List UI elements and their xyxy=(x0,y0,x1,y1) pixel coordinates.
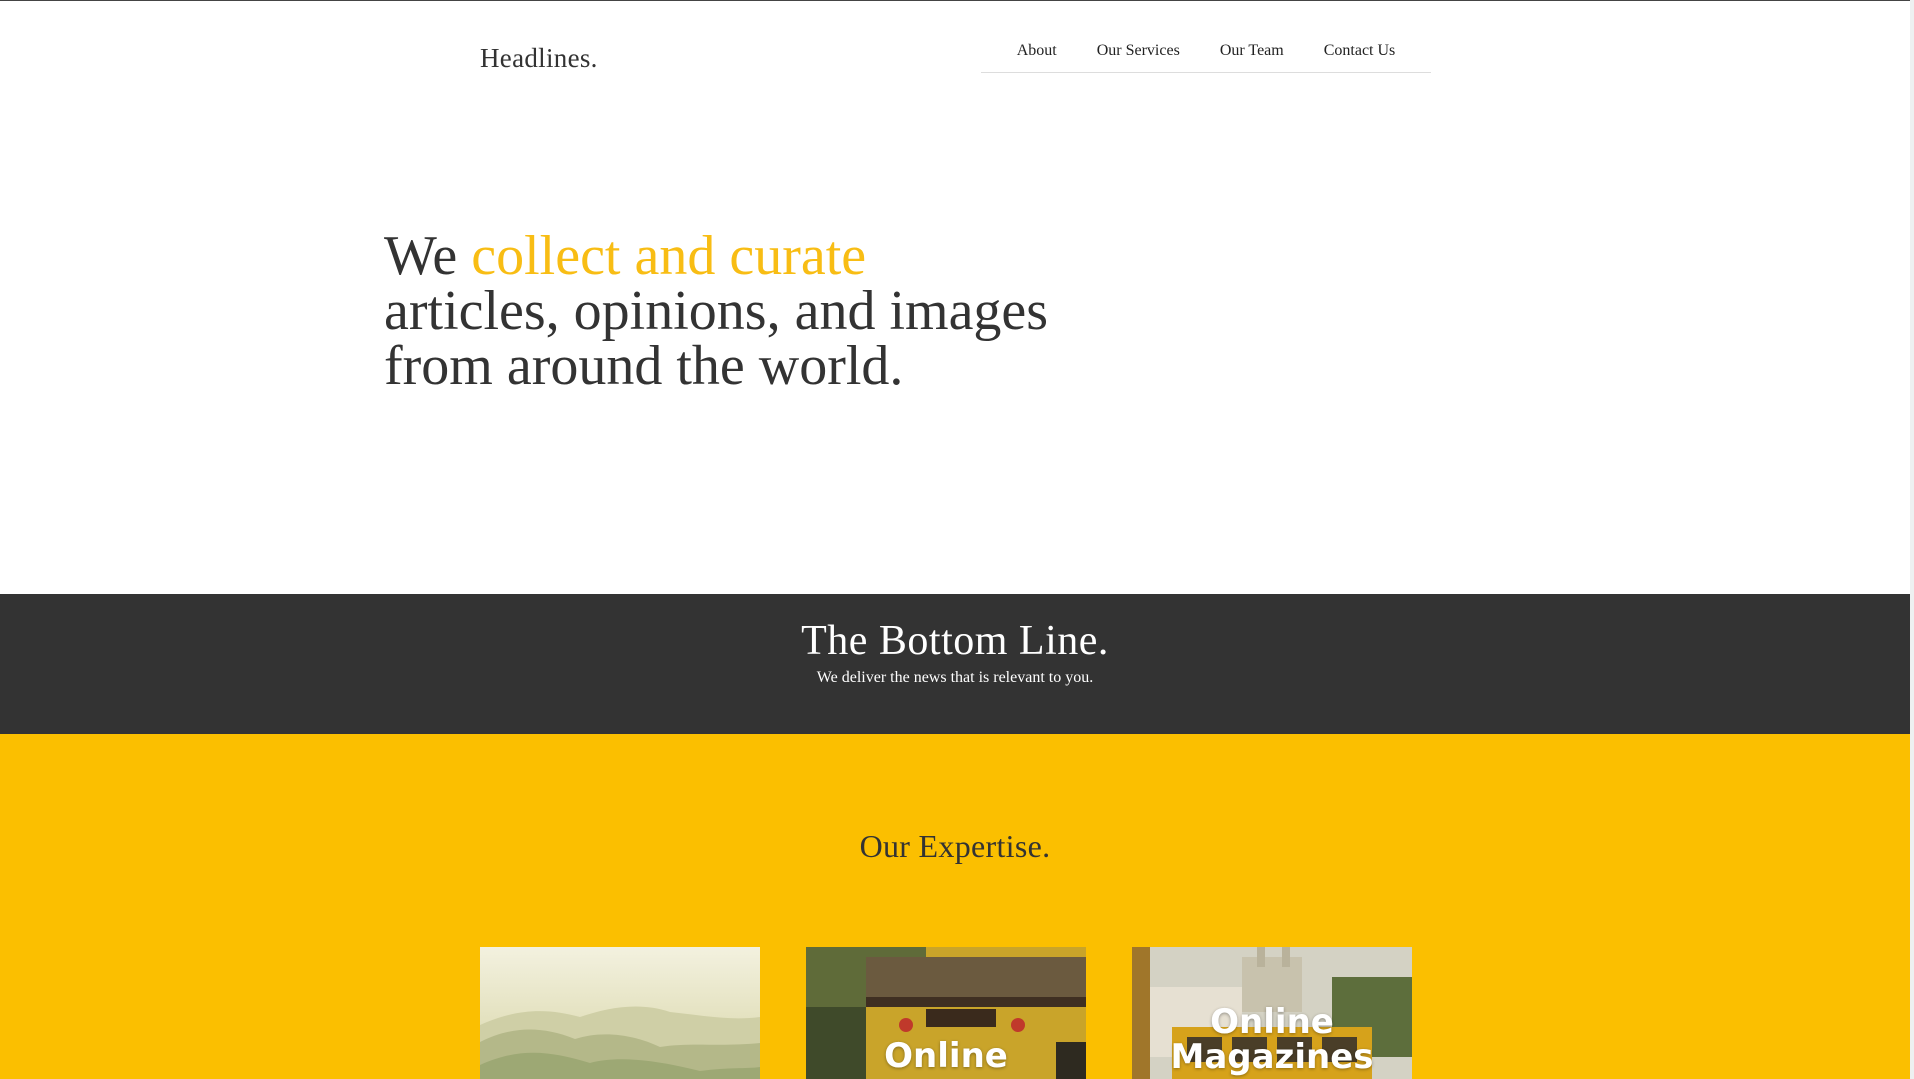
hero-line-3: from around the world. xyxy=(384,335,904,397)
hero-prefix: We xyxy=(384,225,472,287)
nav-our-services[interactable]: Our Services xyxy=(1077,27,1200,72)
expertise-card-1[interactable] xyxy=(480,947,760,1079)
brand-logo[interactable]: Headlines. xyxy=(480,43,598,74)
main-nav: About Our Services Our Team Contact Us xyxy=(981,27,1431,73)
card-2-label: Online xyxy=(884,1036,1008,1076)
bottom-line-subtitle: We deliver the news that is relevant to … xyxy=(816,669,1094,686)
expertise-section: Our Expertise. Online Online Magazines xyxy=(0,734,1910,1079)
mountain-image xyxy=(480,1006,760,1079)
expertise-card-2[interactable]: Online xyxy=(806,947,1086,1079)
page-scrollbar[interactable] xyxy=(1910,0,1914,1079)
card-3-label-line-2: Magazines xyxy=(1170,1037,1374,1077)
bottom-line-title: The Bottom Line. xyxy=(801,618,1109,664)
nav-contact-us[interactable]: Contact Us xyxy=(1304,27,1416,72)
expertise-title: Our Expertise. xyxy=(859,828,1051,864)
card-3-label-line-1: Online xyxy=(1210,1002,1334,1042)
hero-accent: collect and curate xyxy=(471,225,867,287)
hero-line-2: articles, opinions, and images xyxy=(384,280,1049,342)
bottom-line-section: The Bottom Line. We deliver the news tha… xyxy=(0,594,1910,734)
nav-about[interactable]: About xyxy=(997,27,1077,72)
expertise-card-3[interactable]: Online Magazines xyxy=(1132,947,1412,1079)
hero-heading: We collect and curate articles, opinions… xyxy=(384,228,1384,397)
page: Headlines. About Our Services Our Team C… xyxy=(0,0,1910,1079)
hero-line-1: We collect and curate xyxy=(384,228,1384,284)
nav-our-team[interactable]: Our Team xyxy=(1200,27,1304,72)
